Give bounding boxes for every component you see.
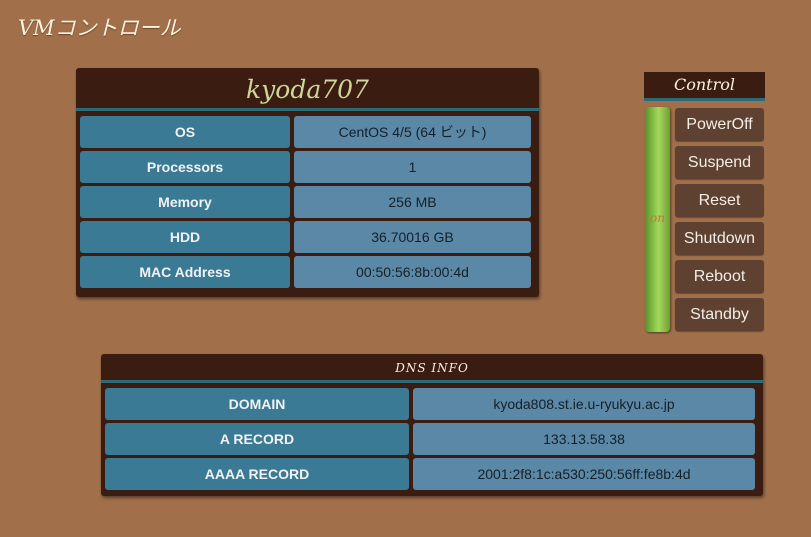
control-title: Control (644, 72, 765, 101)
hdd-value: 36.70016 GB (294, 221, 531, 253)
table-row: OS CentOS 4/5 (64 ビット) (80, 116, 535, 148)
hdd-label: HDD (80, 221, 290, 253)
a-record-value: 133.13.58.38 (413, 423, 755, 455)
table-row: AAAA RECORD 2001:2f8:1c:a530:250:56ff:fe… (105, 458, 759, 490)
suspend-button[interactable]: Suspend (675, 146, 764, 179)
dns-info-panel: DNS INFO DOMAIN kyoda808.st.ie.u-ryukyu.… (101, 354, 763, 496)
table-row: HDD 36.70016 GB (80, 221, 535, 253)
power-state-label: on (650, 211, 665, 225)
os-value: CentOS 4/5 (64 ビット) (294, 116, 531, 148)
reset-button[interactable]: Reset (675, 184, 764, 217)
aaaa-record-label: AAAA RECORD (105, 458, 409, 490)
domain-value: kyoda808.st.ie.u-ryukyu.ac.jp (413, 388, 755, 420)
vm-info-table: OS CentOS 4/5 (64 ビット) Processors 1 Memo… (76, 111, 539, 288)
dns-info-title: DNS INFO (101, 354, 763, 383)
a-record-label: A RECORD (105, 423, 409, 455)
poweroff-button[interactable]: PowerOff (675, 108, 764, 141)
table-row: A RECORD 133.13.58.38 (105, 423, 759, 455)
domain-label: DOMAIN (105, 388, 409, 420)
vm-info-panel: kyoda707 OS CentOS 4/5 (64 ビット) Processo… (76, 68, 539, 297)
table-row: DOMAIN kyoda808.st.ie.u-ryukyu.ac.jp (105, 388, 759, 420)
page-title: VMコントロール (18, 16, 181, 40)
os-label: OS (80, 116, 290, 148)
vm-name: kyoda707 (76, 68, 539, 111)
standby-button[interactable]: Standby (675, 298, 764, 331)
processors-label: Processors (80, 151, 290, 183)
mac-address-label: MAC Address (80, 256, 290, 288)
memory-value: 256 MB (294, 186, 531, 218)
table-row: MAC Address 00:50:56:8b:00:4d (80, 256, 535, 288)
shutdown-button[interactable]: Shutdown (675, 222, 764, 255)
mac-address-value: 00:50:56:8b:00:4d (294, 256, 531, 288)
power-status-indicator: on (645, 107, 670, 332)
processors-value: 1 (294, 151, 531, 183)
table-row: Processors 1 (80, 151, 535, 183)
table-row: Memory 256 MB (80, 186, 535, 218)
memory-label: Memory (80, 186, 290, 218)
dns-info-table: DOMAIN kyoda808.st.ie.u-ryukyu.ac.jp A R… (101, 383, 763, 490)
aaaa-record-value: 2001:2f8:1c:a530:250:56ff:fe8b:4d (413, 458, 755, 490)
reboot-button[interactable]: Reboot (675, 260, 764, 293)
